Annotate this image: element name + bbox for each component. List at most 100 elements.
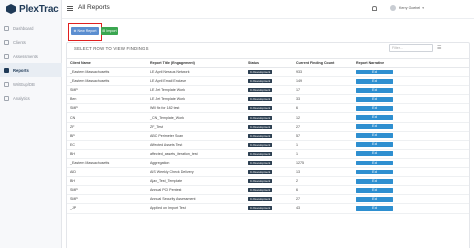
plextrac-logo[interactable]: PlexTrac — [6, 3, 59, 15]
filter-icon[interactable]: ☰ — [437, 45, 441, 51]
edit-narrative-button[interactable]: Ed — [356, 178, 393, 184]
report-title-cell: ABC Perimeter Scan — [147, 131, 245, 141]
sidebar-item-label: Analytics — [13, 95, 30, 101]
status-badge: In Development — [248, 160, 273, 165]
narrative-cell: Ed — [353, 149, 469, 159]
report-title-cell: _CN_Template_Work — [147, 112, 245, 123]
sidebar-item-analytics[interactable]: Analytics — [0, 91, 62, 105]
logo-icon — [6, 4, 16, 14]
table-row[interactable]: _Eastern Massachusetts LE April Email Enc… — [67, 76, 469, 87]
status-badge: In Development — [248, 70, 273, 75]
column-header[interactable]: Current Finding Count — [293, 58, 353, 68]
status-cell: In Development — [245, 122, 293, 132]
client-name-cell: SMP — [67, 85, 147, 96]
status-cell: In Development — [245, 203, 293, 214]
sidebar-item-label: Assessments — [13, 53, 38, 59]
table-row[interactable]: SMP Annual Security Assessment In Developm… — [67, 194, 469, 205]
finding-count-cell: 6 — [293, 185, 353, 196]
sidebar-item-assessments[interactable]: Assessments — [0, 49, 62, 63]
edit-narrative-button[interactable]: Ed — [356, 78, 393, 84]
client-name-cell: Ben — [67, 94, 147, 105]
sidebar-item-writeups[interactable]: WritEup/DB — [0, 77, 62, 91]
narrative-cell: Ed — [353, 67, 469, 78]
column-header[interactable]: Report Title (Engagement) — [147, 58, 245, 68]
narrative-cell: Ed — [353, 194, 469, 205]
status-badge: In Development — [248, 133, 273, 138]
finding-count-cell: 12 — [293, 112, 353, 123]
edit-narrative-button[interactable]: Ed — [356, 142, 393, 148]
finding-count-cell: 17 — [293, 85, 353, 96]
sidebar-item-clients[interactable]: Clients — [0, 35, 62, 49]
user-menu[interactable]: Kerry Goebel ▾ — [390, 5, 424, 11]
menu-icon[interactable] — [67, 6, 73, 13]
client-name-cell: _Eastern Massachusetts — [67, 158, 147, 169]
status-cell: In Development — [245, 76, 293, 87]
status-cell: In Development — [245, 176, 293, 187]
sidebar: PlexTrac Dashboard Clients Assessments R… — [0, 0, 62, 248]
status-cell: In Development — [245, 112, 293, 123]
client-name-cell: SMP — [67, 103, 147, 114]
table-row[interactable]: BH Ajax_Test_Template In Development 2 Ed — [67, 176, 469, 187]
sidebar-item-label: Dashboard — [13, 25, 34, 31]
client-name-cell: SMP — [67, 194, 147, 205]
reports-card: SELECT ROW TO VIEW FINDINGS Filter... ☰ … — [66, 42, 470, 248]
table-row[interactable]: CN _CN_Template_Work In Development 12 Ed — [67, 112, 469, 123]
table-row[interactable]: ZF ZF_Test In Development 27 Ed — [67, 122, 469, 132]
edit-narrative-button[interactable]: Ed — [356, 106, 393, 111]
table-row[interactable]: Ben LE Jet Template Work In Development 33 E… — [67, 94, 469, 105]
client-name-cell: BP — [67, 131, 147, 141]
edit-narrative-button[interactable]: Ed — [356, 187, 393, 193]
status-cell: In Development — [245, 149, 293, 159]
status-cell: In Development — [245, 140, 293, 150]
edit-narrative-button[interactable]: Ed — [356, 151, 393, 157]
table-row[interactable]: BH affected_assets_iteration_test In Devel… — [67, 149, 469, 159]
new-report-button[interactable]: ⊕ New Report — [71, 27, 99, 35]
table-row[interactable]: SMP Will fix for 182 test In Development 6 E… — [67, 103, 469, 114]
finding-count-cell: 1 — [293, 149, 353, 159]
sidebar-item-dashboard[interactable]: Dashboard — [0, 21, 62, 35]
edit-narrative-button[interactable]: Ed — [356, 96, 393, 102]
table-row[interactable]: BP ABC Perimeter Scan In Development 57 Ed — [67, 131, 469, 141]
bell-icon[interactable] — [372, 6, 377, 11]
narrative-cell: Ed — [353, 85, 469, 96]
edit-narrative-button[interactable]: Ed — [356, 87, 393, 93]
status-badge: In Development — [248, 88, 273, 93]
table-row[interactable]: SMP Annual PCI Pentest In Development 6 Ed — [67, 185, 469, 196]
client-name-cell: _Eastern Massachusetts — [67, 76, 147, 87]
finding-count-cell: 13 — [293, 167, 353, 178]
table-row[interactable]: _Eastern Massachusetts Aggregation In Deve… — [67, 158, 469, 169]
edit-narrative-button[interactable]: Ed — [356, 160, 393, 166]
sidebar-item-reports[interactable]: Reports — [0, 63, 62, 77]
column-header[interactable]: Status — [245, 58, 293, 68]
edit-narrative-button[interactable]: Ed — [356, 169, 393, 175]
edit-narrative-button[interactable]: Ed — [356, 196, 393, 202]
status-badge: In Development — [248, 79, 273, 84]
report-title-cell: LE Jet Template Work — [147, 94, 245, 105]
finding-count-cell: 1275 — [293, 158, 353, 169]
column-header[interactable]: Client Name — [67, 58, 147, 68]
status-badge: In Development — [248, 115, 273, 120]
report-title-cell: Ajax_Test_Template — [147, 176, 245, 187]
status-cell: In Development — [245, 194, 293, 205]
table-row[interactable]: _Eastern Massachusetts LE April Nessus Ne… — [67, 67, 469, 78]
edit-narrative-button[interactable]: Ed — [356, 206, 393, 211]
chevron-down-icon: ▾ — [422, 6, 424, 10]
status-cell: In Development — [245, 94, 293, 105]
edit-narrative-button[interactable]: Ed — [356, 124, 393, 129]
table-row[interactable]: _JP Applied on Import Test In Development 4… — [67, 203, 469, 214]
edit-narrative-button[interactable]: Ed — [356, 115, 393, 120]
status-cell: In Development — [245, 67, 293, 78]
column-header[interactable]: Report Narrative — [353, 58, 469, 68]
table-row[interactable]: SMP LE Jet Template Work In Development 17 E… — [67, 85, 469, 96]
edit-narrative-button[interactable]: Ed — [356, 69, 393, 75]
import-button[interactable]: ⊞ Import — [101, 27, 118, 35]
report-title-cell: Affected Assets Test — [147, 140, 245, 150]
status-badge: In Development — [248, 97, 273, 102]
table-row[interactable]: EC Affected Assets Test In Development 1 Ed — [67, 140, 469, 150]
filter-input[interactable]: Filter... — [389, 44, 433, 52]
table-row[interactable]: AID AIS Weekly Check Delivery In Developme… — [67, 167, 469, 178]
edit-narrative-button[interactable]: Ed — [356, 133, 393, 139]
narrative-cell: Ed — [353, 103, 469, 114]
client-name-cell: BH — [67, 176, 147, 187]
status-badge: In Development — [248, 179, 273, 184]
